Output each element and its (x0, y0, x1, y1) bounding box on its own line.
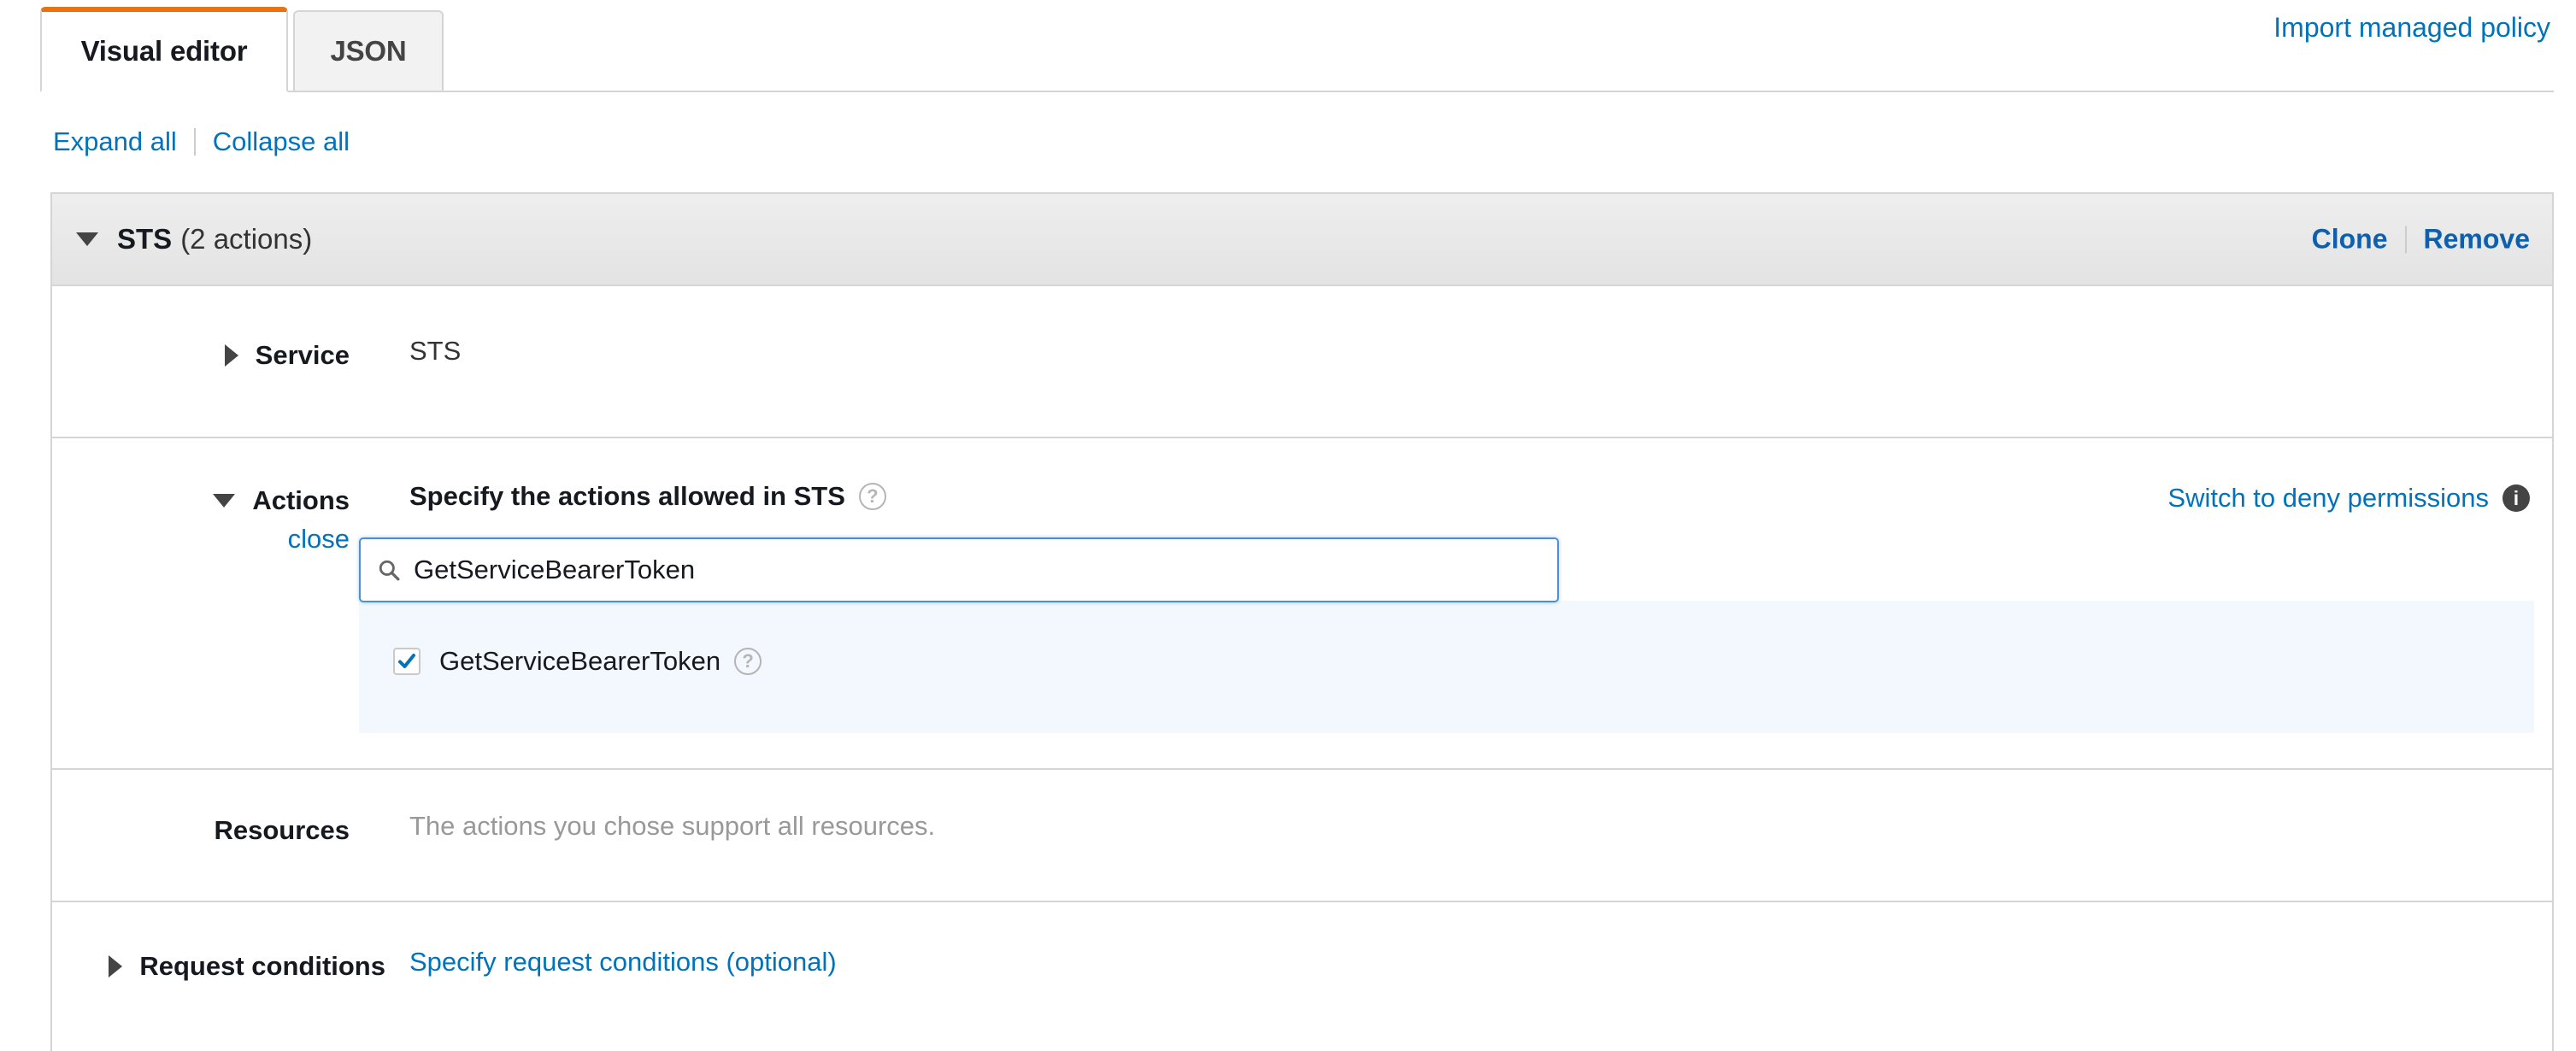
tab-json-label: JSON (330, 35, 407, 67)
chevron-right-icon[interactable] (224, 344, 238, 367)
collapse-all-link[interactable]: Collapse all (213, 126, 350, 157)
actions-row: Actions close Specify the actions allowe… (52, 438, 2552, 770)
expand-all-link[interactable]: Expand all (53, 126, 177, 157)
specify-request-conditions-link[interactable]: Specify request conditions (optional) (409, 947, 837, 978)
service-label-col[interactable]: Service (52, 336, 350, 375)
tab-visual-editor[interactable]: Visual editor (40, 7, 288, 92)
search-icon (379, 560, 400, 581)
service-row: Service STS (52, 286, 2552, 438)
import-managed-policy-link[interactable]: Import managed policy (2273, 12, 2550, 44)
actions-description: Specify the actions allowed in STS ? (409, 481, 886, 512)
resources-row: Resources The actions you chose support … (52, 770, 2552, 902)
resources-label: Resources (214, 815, 350, 845)
policy-statement-panel: STS (2 actions) Clone Remove Service STS… (50, 192, 2554, 1051)
request-conditions-label: Request conditions (139, 951, 385, 981)
tab-visual-editor-label: Visual editor (80, 35, 248, 67)
action-checkbox-getservicebearertoken[interactable] (393, 648, 421, 675)
request-conditions-row: Request conditions Specify request condi… (52, 902, 2552, 1049)
action-label: GetServiceBearerToken (439, 646, 721, 676)
switch-to-deny-permissions-label: Switch to deny permissions (2167, 483, 2489, 513)
switch-to-deny-permissions-link[interactable]: Switch to deny permissions i (2167, 483, 2530, 514)
info-icon[interactable]: i (2502, 484, 2530, 512)
actions-search-box[interactable]: GetServiceBearerToken (359, 537, 1559, 602)
chevron-right-icon[interactable] (109, 955, 123, 978)
expand-collapse-bar: Expand all Collapse all (53, 126, 350, 157)
action-results-list: GetServiceBearerToken ? (359, 601, 2534, 733)
chevron-down-icon[interactable] (76, 232, 98, 246)
chevron-down-icon[interactable] (213, 494, 236, 508)
checkmark-icon (398, 654, 415, 668)
link-divider (193, 128, 196, 156)
help-icon[interactable]: ? (858, 483, 886, 510)
service-value: STS (409, 336, 462, 366)
request-conditions-label-col[interactable]: Request conditions (52, 947, 385, 986)
service-label: Service (255, 340, 350, 370)
statement-action-count: (2 actions) (180, 223, 313, 255)
tab-json[interactable]: JSON (293, 10, 444, 92)
actions-description-text: Specify the actions allowed in STS (409, 481, 845, 511)
remove-button[interactable]: Remove (2424, 224, 2531, 255)
tab-strip: Visual editor JSON (0, 0, 2576, 92)
actions-close-link[interactable]: close (52, 524, 350, 555)
resources-label-col: Resources (52, 811, 350, 850)
statement-header[interactable]: STS (2 actions) Clone Remove (52, 194, 2552, 286)
actions-label-col[interactable]: Actions (52, 481, 350, 520)
header-action-divider (2404, 226, 2407, 253)
list-item[interactable]: GetServiceBearerToken ? (393, 646, 762, 677)
help-icon[interactable]: ? (734, 648, 762, 675)
actions-label: Actions (252, 485, 350, 515)
statement-header-actions: Clone Remove (2312, 224, 2530, 255)
statement-service-title: STS (117, 223, 173, 255)
search-input[interactable]: GetServiceBearerToken (414, 555, 695, 585)
clone-button[interactable]: Clone (2312, 224, 2388, 255)
resources-value: The actions you chose support all resour… (409, 811, 936, 841)
